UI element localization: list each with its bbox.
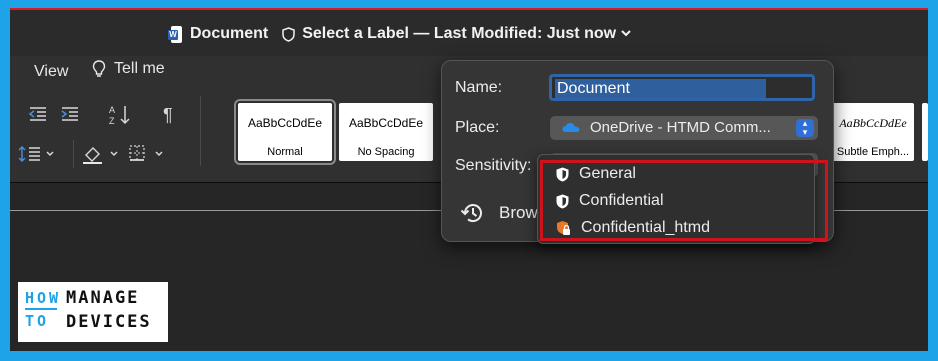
place-select[interactable]: OneDrive - HTMD Comm... ▴ ▾ xyxy=(550,116,818,140)
style-sample: AaBbCcDdEe xyxy=(839,116,907,130)
name-field[interactable] xyxy=(549,74,815,101)
title-area[interactable]: W Document Select a Label — Last Modifie… xyxy=(168,24,631,44)
style-name: Subtle Emph... xyxy=(836,146,910,158)
place-label: Place: xyxy=(455,119,500,136)
watermark-logo: HOW TO MANAGE DEVICES xyxy=(18,282,168,342)
tab-view[interactable]: View xyxy=(34,63,68,81)
word-doc-icon: W xyxy=(168,25,182,43)
updown-chevron-icon[interactable]: ▴ ▾ xyxy=(796,119,814,137)
style-no-spacing[interactable]: AaBbCcDdEe No Spacing xyxy=(339,103,433,161)
tell-me-label: Tell me xyxy=(114,60,165,77)
document-title: Document xyxy=(190,25,269,42)
word-window: W Document Select a Label — Last Modifie… xyxy=(10,8,928,351)
style-next-partial[interactable] xyxy=(922,103,928,161)
logo-text: MANAGE xyxy=(66,288,140,308)
name-input[interactable] xyxy=(555,79,766,98)
place-value: OneDrive - HTMD Comm... xyxy=(590,119,771,136)
browse-button[interactable]: Brow xyxy=(460,201,538,225)
pilcrow-icon[interactable]: ¶ xyxy=(163,105,173,126)
logo-divider xyxy=(25,308,57,310)
line-spacing-icon[interactable] xyxy=(18,145,58,163)
lightbulb-icon xyxy=(92,60,106,77)
style-normal[interactable]: AaBbCcDdEe Normal xyxy=(234,99,336,165)
logo-text: DEVICES xyxy=(66,312,152,332)
borders-icon[interactable] xyxy=(128,144,168,164)
sensitivity-label: Sensitivity: xyxy=(455,157,532,174)
onedrive-cloud-icon xyxy=(562,122,580,132)
label-status-text: Select a Label — Last Modified: Just now xyxy=(302,25,617,42)
style-name: Normal xyxy=(267,146,303,158)
style-sample: AaBbCcDdEe xyxy=(348,116,424,130)
browse-label: Brow xyxy=(499,203,538,222)
divider xyxy=(200,96,201,166)
svg-text:Z: Z xyxy=(109,116,115,126)
style-name: No Spacing xyxy=(357,146,415,158)
tab-tell-me[interactable]: Tell me xyxy=(92,60,165,78)
divider xyxy=(73,140,74,168)
logo-text: HOW xyxy=(25,289,62,307)
logo-text: TO xyxy=(25,312,50,330)
shading-icon[interactable] xyxy=(82,144,122,164)
svg-text:A: A xyxy=(109,105,115,115)
increase-indent-icon[interactable] xyxy=(60,106,80,122)
annotation-highlight-box xyxy=(540,160,828,241)
style-subtle-emphasis[interactable]: AaBbCcDdEe Subtle Emph... xyxy=(832,103,914,161)
title-bar: W Document Select a Label — Last Modifie… xyxy=(10,10,928,56)
decrease-indent-icon[interactable] xyxy=(28,106,48,122)
chevron-down-icon[interactable] xyxy=(621,29,631,40)
sensitivity-label-icon xyxy=(282,26,295,42)
style-sample: AaBbCcDdEe xyxy=(247,116,323,130)
name-label: Name: xyxy=(455,79,503,96)
sort-icon[interactable]: A Z xyxy=(108,104,132,126)
history-clock-icon xyxy=(460,204,482,223)
